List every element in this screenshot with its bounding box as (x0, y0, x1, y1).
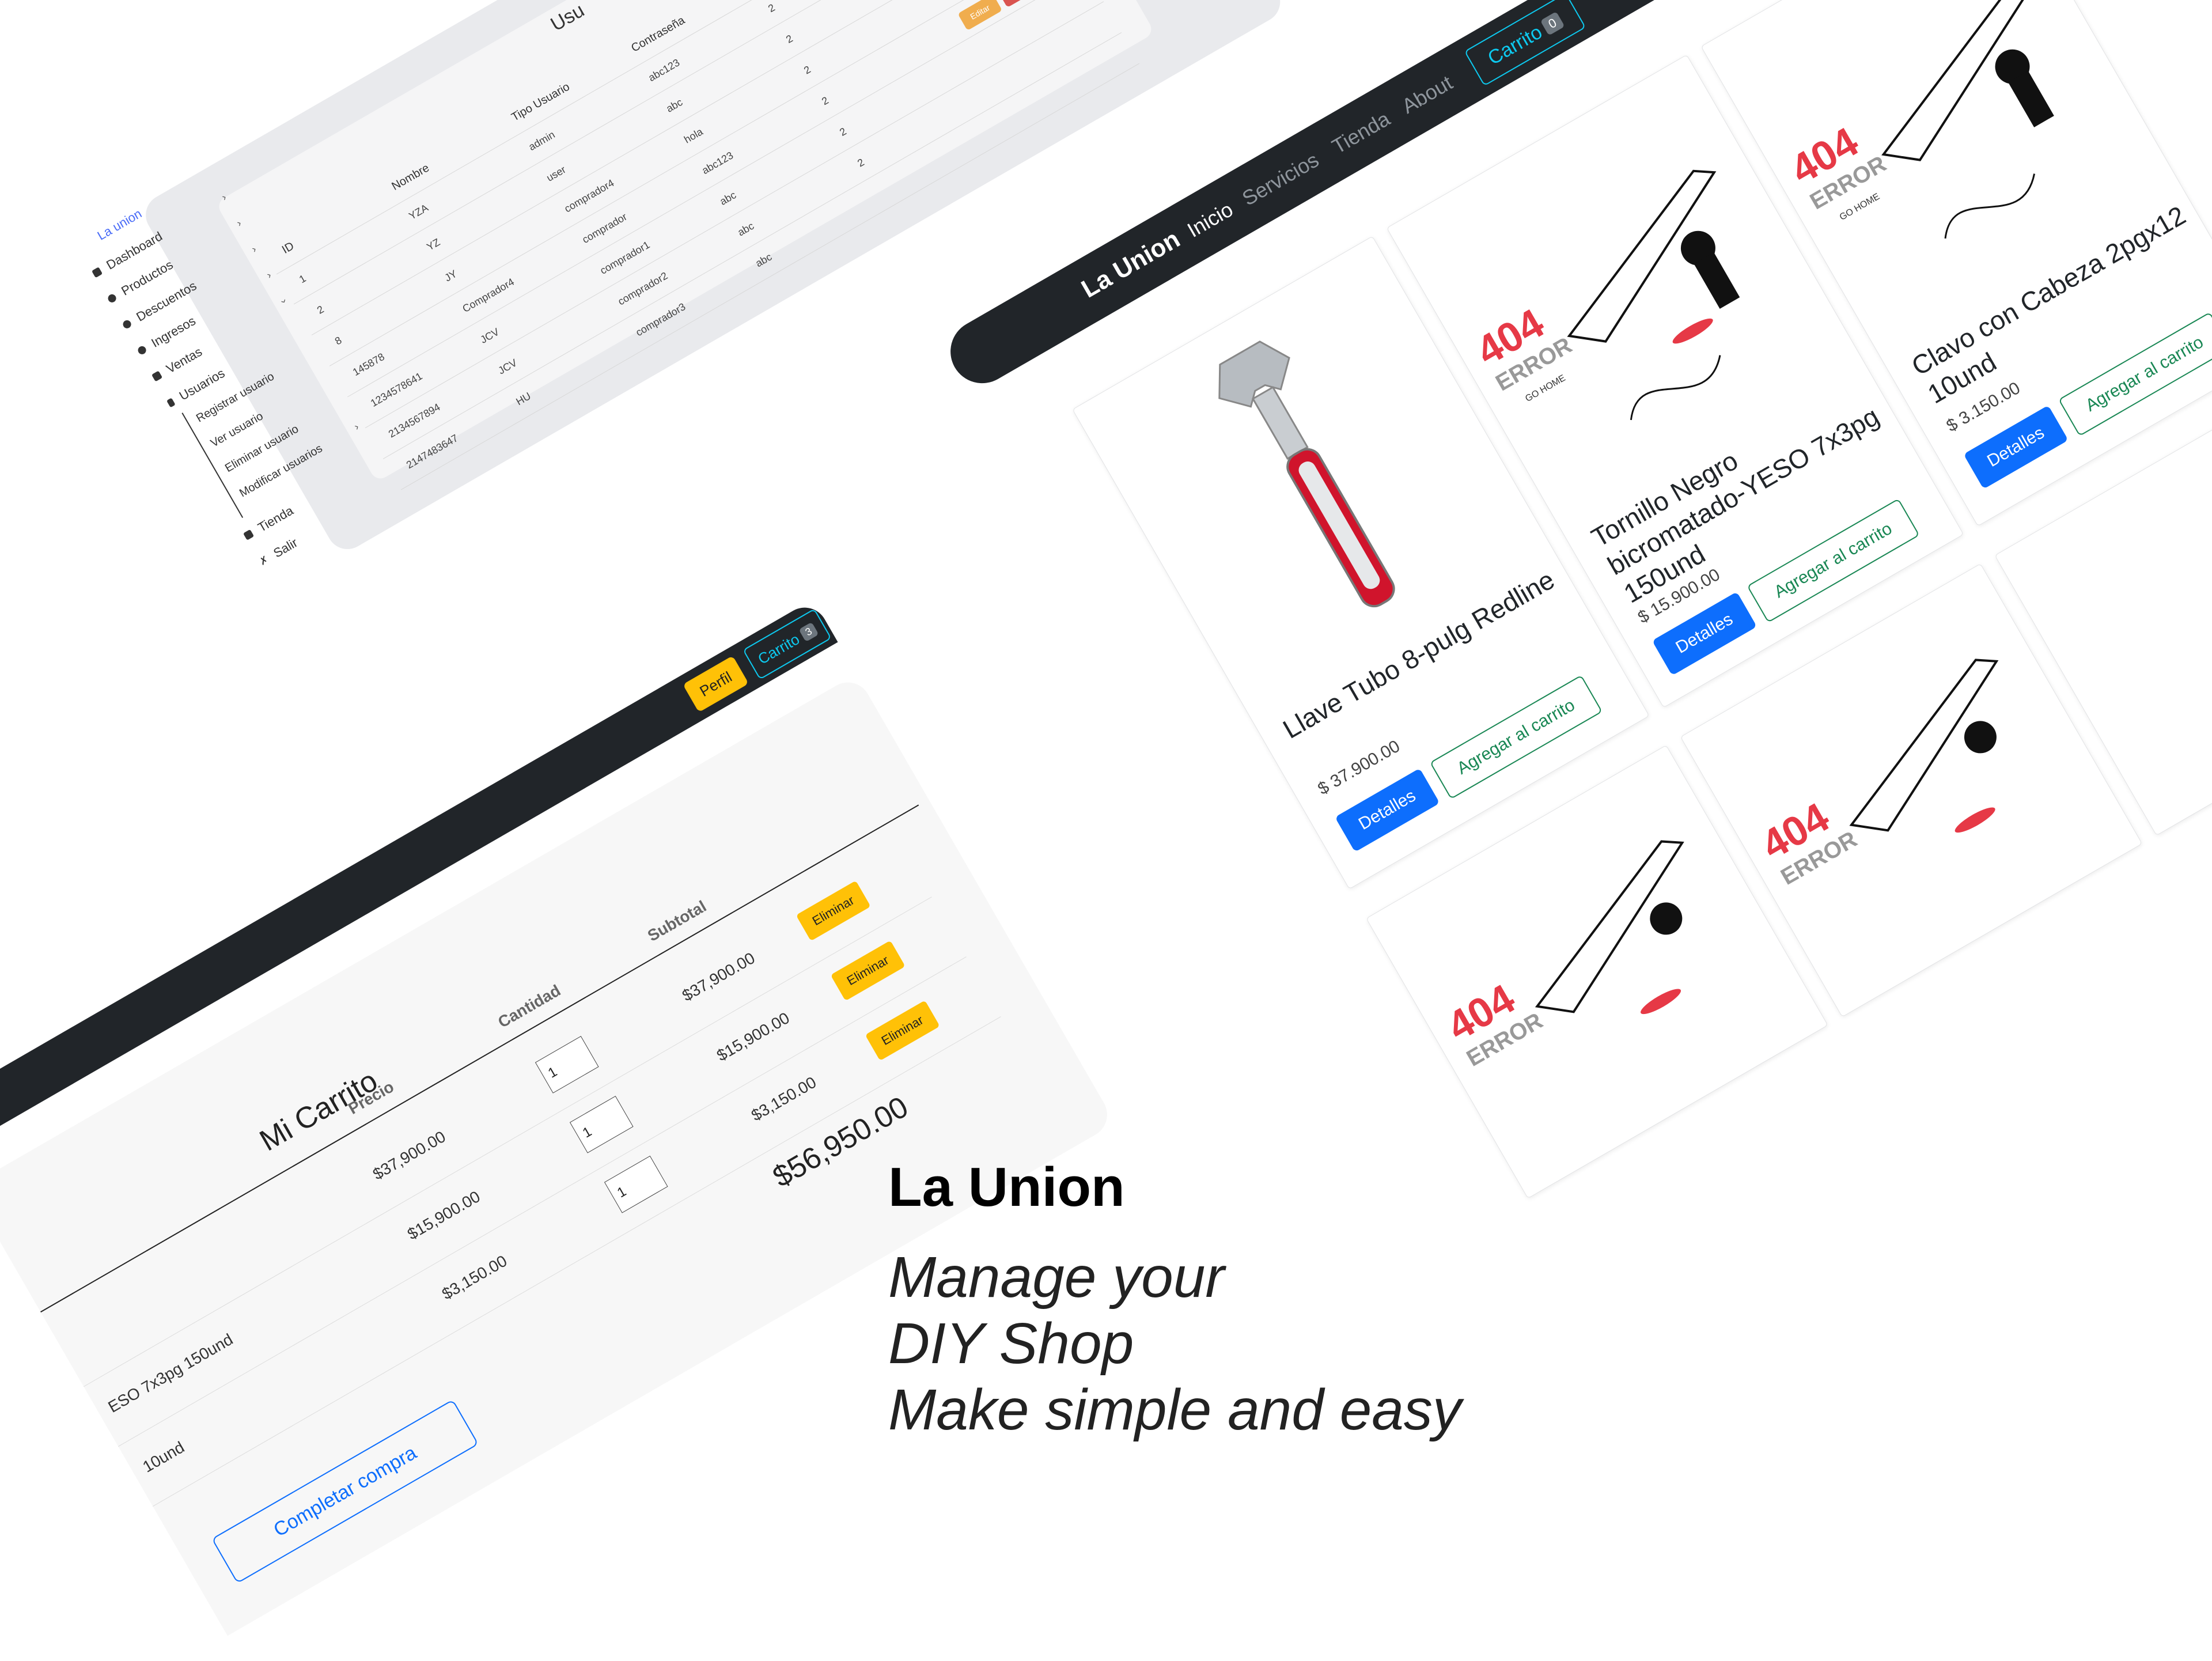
user-pass-cell: abc (718, 189, 738, 207)
user-pass-cell: abc123 (646, 56, 682, 84)
store-brand[interactable]: La Union (1077, 225, 1185, 304)
user-extra-cell: 2 (819, 94, 831, 108)
sidebar-item-label: Usuarios (176, 365, 228, 403)
store-icon (243, 529, 255, 540)
dashboard-icon (92, 267, 103, 278)
hero-title: La Union (888, 1156, 1125, 1218)
user-extra-cell: 2 (783, 32, 795, 46)
user-pass-cell: abc (736, 220, 756, 239)
cart-panel: Mi Carrito Precio Cantidad Subtotal $37,… (0, 674, 1116, 1636)
checkout-button[interactable]: Completar compra (211, 1399, 479, 1584)
cart-item-price: $15,900.00 (404, 1187, 483, 1243)
user-extra-cell: 2 (855, 156, 866, 169)
user-icon (166, 398, 176, 408)
edit-button[interactable]: Editar (957, 0, 1003, 31)
remove-item-button[interactable]: Eliminar (865, 1000, 940, 1061)
col-tipo: Tipo Usuario (509, 80, 572, 124)
chevron-right-icon[interactable]: › (352, 421, 361, 433)
chevron-right-icon[interactable]: › (264, 269, 274, 281)
wrench-image (1218, 340, 1395, 608)
hero-line-3: Make simple and easy (888, 1378, 1461, 1442)
col-pass: Contraseña (629, 14, 687, 55)
cart-item-subtotal: $3,150.00 (748, 1073, 820, 1125)
chevron-right-icon[interactable]: › (234, 217, 244, 229)
nav-inicio[interactable]: Inicio (1183, 197, 1237, 242)
carrito-button[interactable]: Carrito 0 (1464, 0, 1586, 86)
hero-line-2: DIY Shop (888, 1311, 1134, 1376)
cart-item-price: $37,900.00 (369, 1127, 449, 1183)
perfil-button[interactable]: Perfil (683, 655, 749, 713)
carrito-label: Carrito (755, 630, 802, 668)
cart-count-badge: 3 (798, 622, 819, 642)
sidebar-item-label: Ingresos (149, 313, 198, 350)
user-extra-cell: 2 (801, 63, 813, 77)
user-pass-cell: abc123 (700, 149, 736, 177)
cart-item-price: $3,150.00 (438, 1251, 510, 1303)
chevron-right-icon[interactable]: › (249, 243, 259, 255)
user-pass-cell: hola (682, 126, 705, 146)
cart-count-badge: 0 (1540, 11, 1565, 36)
user-type-cell: comprador2 (616, 270, 670, 308)
quantity-input[interactable]: 1 (535, 1036, 599, 1094)
carrito-label: Carrito (1484, 21, 1546, 69)
store-screen: La Union Inicio Servicios Tienda About C… (939, 0, 2212, 1288)
sales-icon (151, 370, 163, 382)
add-to-cart-button[interactable]: Agregar al carrito (1429, 675, 1603, 800)
cart-item-subtotal: $37,900.00 (679, 948, 758, 1005)
hero-line-1: Manage your (888, 1245, 1225, 1310)
user-extra-cell: 2 (766, 1, 777, 15)
income-icon (137, 345, 148, 356)
carrito-button[interactable]: Carrito 3 (743, 608, 832, 680)
remove-item-button[interactable]: Eliminar (830, 940, 906, 1001)
chevron-right-icon[interactable]: › (219, 191, 229, 203)
user-type-cell: comprador1 (598, 239, 652, 277)
sidebar-item-label: Tienda (255, 503, 296, 535)
row-divider (153, 1016, 1001, 1507)
cart-item-name: 10und (139, 1437, 188, 1476)
quantity-input[interactable]: 1 (569, 1095, 634, 1153)
sidebar-brand[interactable]: La union (95, 206, 145, 244)
nav-about[interactable]: About (1397, 70, 1456, 118)
remove-item-button[interactable]: Eliminar (796, 880, 871, 941)
nav-tienda[interactable]: Tienda (1328, 107, 1394, 159)
sidebar-item-label: Salir (271, 535, 300, 561)
add-to-cart-button[interactable]: Agregar al carrito (2058, 312, 2212, 437)
quantity-input[interactable]: 1 (604, 1155, 668, 1213)
discount-icon (122, 319, 133, 330)
airplane-icon (1881, 0, 2054, 239)
row-divider (118, 956, 967, 1447)
user-type-cell: comprador4 (562, 177, 616, 215)
sidebar-item-label: Ventas (164, 344, 205, 376)
user-pass-cell: abc (664, 96, 685, 115)
cart-header-line (40, 804, 919, 1313)
cart-item-name: ESO 7x3pg 150und (105, 1330, 236, 1416)
user-extra-cell: 2 (837, 125, 849, 138)
box-icon (107, 293, 118, 304)
sidebar-item-salir[interactable]: ✗ Salir (256, 535, 300, 569)
nav-servicios[interactable]: Servicios (1238, 147, 1323, 210)
col-cantidad: Cantidad (495, 981, 564, 1031)
user-type-cell: user (544, 164, 568, 184)
chevron-down-icon[interactable]: › (278, 297, 290, 306)
cart-screen: Perfil Carrito 3 Mi Carrito Precio Canti… (0, 599, 1130, 1661)
logout-icon: ✗ (257, 553, 271, 568)
col-subtotal: Subtotal (644, 897, 710, 945)
cart-item-subtotal: $15,900.00 (713, 1008, 793, 1065)
user-type-cell: admin (527, 128, 557, 153)
